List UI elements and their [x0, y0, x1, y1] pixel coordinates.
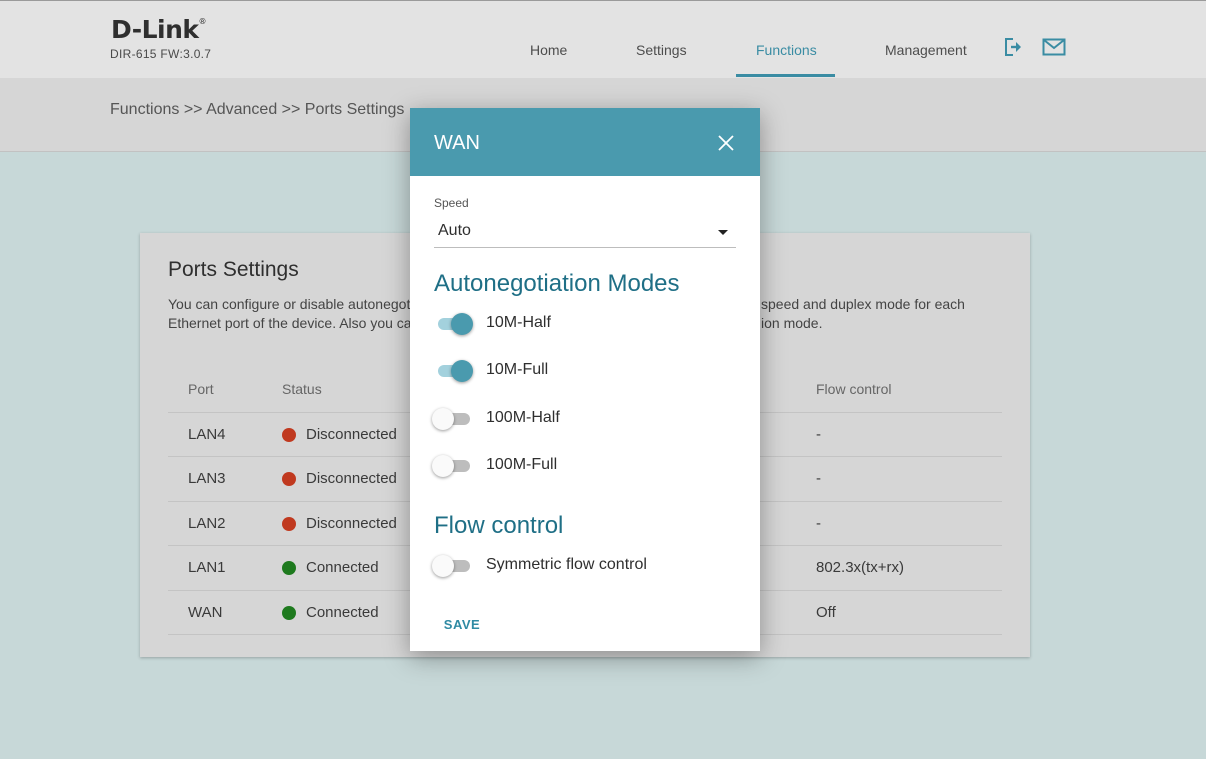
page-title: Ports Settings	[168, 258, 299, 281]
mode-100m-half-label: 100M-Half	[486, 409, 560, 426]
logout-icon[interactable]	[1004, 37, 1024, 62]
description-line1-left: You can configure or disable autonegot	[168, 296, 411, 312]
port-flow-control: 802.3x(tx+rx)	[816, 559, 904, 576]
port-name: LAN4	[188, 426, 226, 443]
autonegotiation-modes-heading: Autonegotiation Modes	[434, 270, 680, 297]
status-dot	[282, 561, 296, 575]
mode-100m-half-toggle[interactable]	[432, 408, 470, 430]
flow-control-heading: Flow control	[434, 512, 564, 539]
nav-home[interactable]: Home	[530, 42, 567, 58]
port-status: Connected	[306, 559, 379, 576]
wan-port-dialog: WAN Speed Auto Autonegotiation Modes 10M…	[410, 108, 760, 651]
status-dot	[282, 472, 296, 486]
port-status: Disconnected	[306, 515, 397, 532]
mode-10m-full-toggle[interactable]	[434, 360, 473, 382]
top-bar: D-Link® DIR-615 FW:3.0.7 Home Settings F…	[0, 0, 1206, 78]
mail-icon[interactable]	[1042, 37, 1066, 62]
nav-management[interactable]: Management	[885, 42, 967, 58]
port-status: Connected	[306, 604, 379, 621]
mode-100m-full-label: 100M-Full	[486, 456, 558, 473]
port-name: LAN2	[188, 515, 226, 532]
port-flow-control: Off	[816, 604, 836, 621]
nav-functions[interactable]: Functions	[756, 42, 817, 58]
status-dot	[282, 428, 296, 442]
close-icon[interactable]	[716, 133, 736, 153]
column-header-status: Status	[282, 381, 322, 397]
symmetric-flow-control-label: Symmetric flow control	[486, 556, 647, 573]
model-firmware: DIR-615 FW:3.0.7	[110, 47, 212, 61]
symmetric-flow-control-toggle[interactable]	[432, 555, 470, 577]
mode-10m-full-label: 10M-Full	[486, 361, 549, 378]
description-line2-left: Ethernet port of the device. Also you ca	[168, 315, 412, 331]
breadcrumb: Functions >> Advanced >> Ports Settings	[110, 101, 405, 118]
caret-down-icon	[718, 230, 728, 235]
port-status: Disconnected	[306, 426, 397, 443]
nav-active-indicator	[736, 74, 835, 77]
save-button[interactable]: SAVE	[434, 613, 490, 637]
mode-10m-full-row: 10M-Full	[434, 355, 736, 385]
port-name: LAN3	[188, 470, 226, 487]
port-flow-control: -	[816, 426, 821, 443]
mode-100m-full-row: 100M-Full	[432, 450, 736, 480]
mode-10m-half-toggle[interactable]	[434, 313, 473, 335]
description-line1-right: speed and duplex mode for each	[761, 296, 965, 312]
speed-label: Speed	[434, 196, 469, 210]
port-name: LAN1	[188, 559, 226, 576]
status-dot	[282, 517, 296, 531]
column-header-flow-control: Flow control	[816, 381, 892, 397]
mode-100m-half-row: 100M-Half	[432, 403, 736, 433]
column-header-port: Port	[188, 381, 214, 397]
symmetric-flow-control-row: Symmetric flow control	[432, 550, 736, 580]
port-name: WAN	[188, 604, 223, 621]
port-flow-control: -	[816, 470, 821, 487]
description-line2-right: ion mode.	[761, 315, 823, 331]
status-dot	[282, 606, 296, 620]
speed-select[interactable]: Auto	[434, 216, 736, 248]
port-status: Disconnected	[306, 470, 397, 487]
dialog-title: WAN	[434, 132, 480, 154]
dlink-logo: D-Link®	[111, 15, 207, 44]
dialog-header: WAN	[410, 108, 760, 176]
speed-select-value: Auto	[438, 222, 471, 239]
mode-10m-half-row: 10M-Half	[434, 308, 736, 338]
mode-100m-full-toggle[interactable]	[432, 455, 470, 477]
port-flow-control: -	[816, 515, 821, 532]
mode-10m-half-label: 10M-Half	[486, 314, 551, 331]
nav-settings[interactable]: Settings	[636, 42, 687, 58]
